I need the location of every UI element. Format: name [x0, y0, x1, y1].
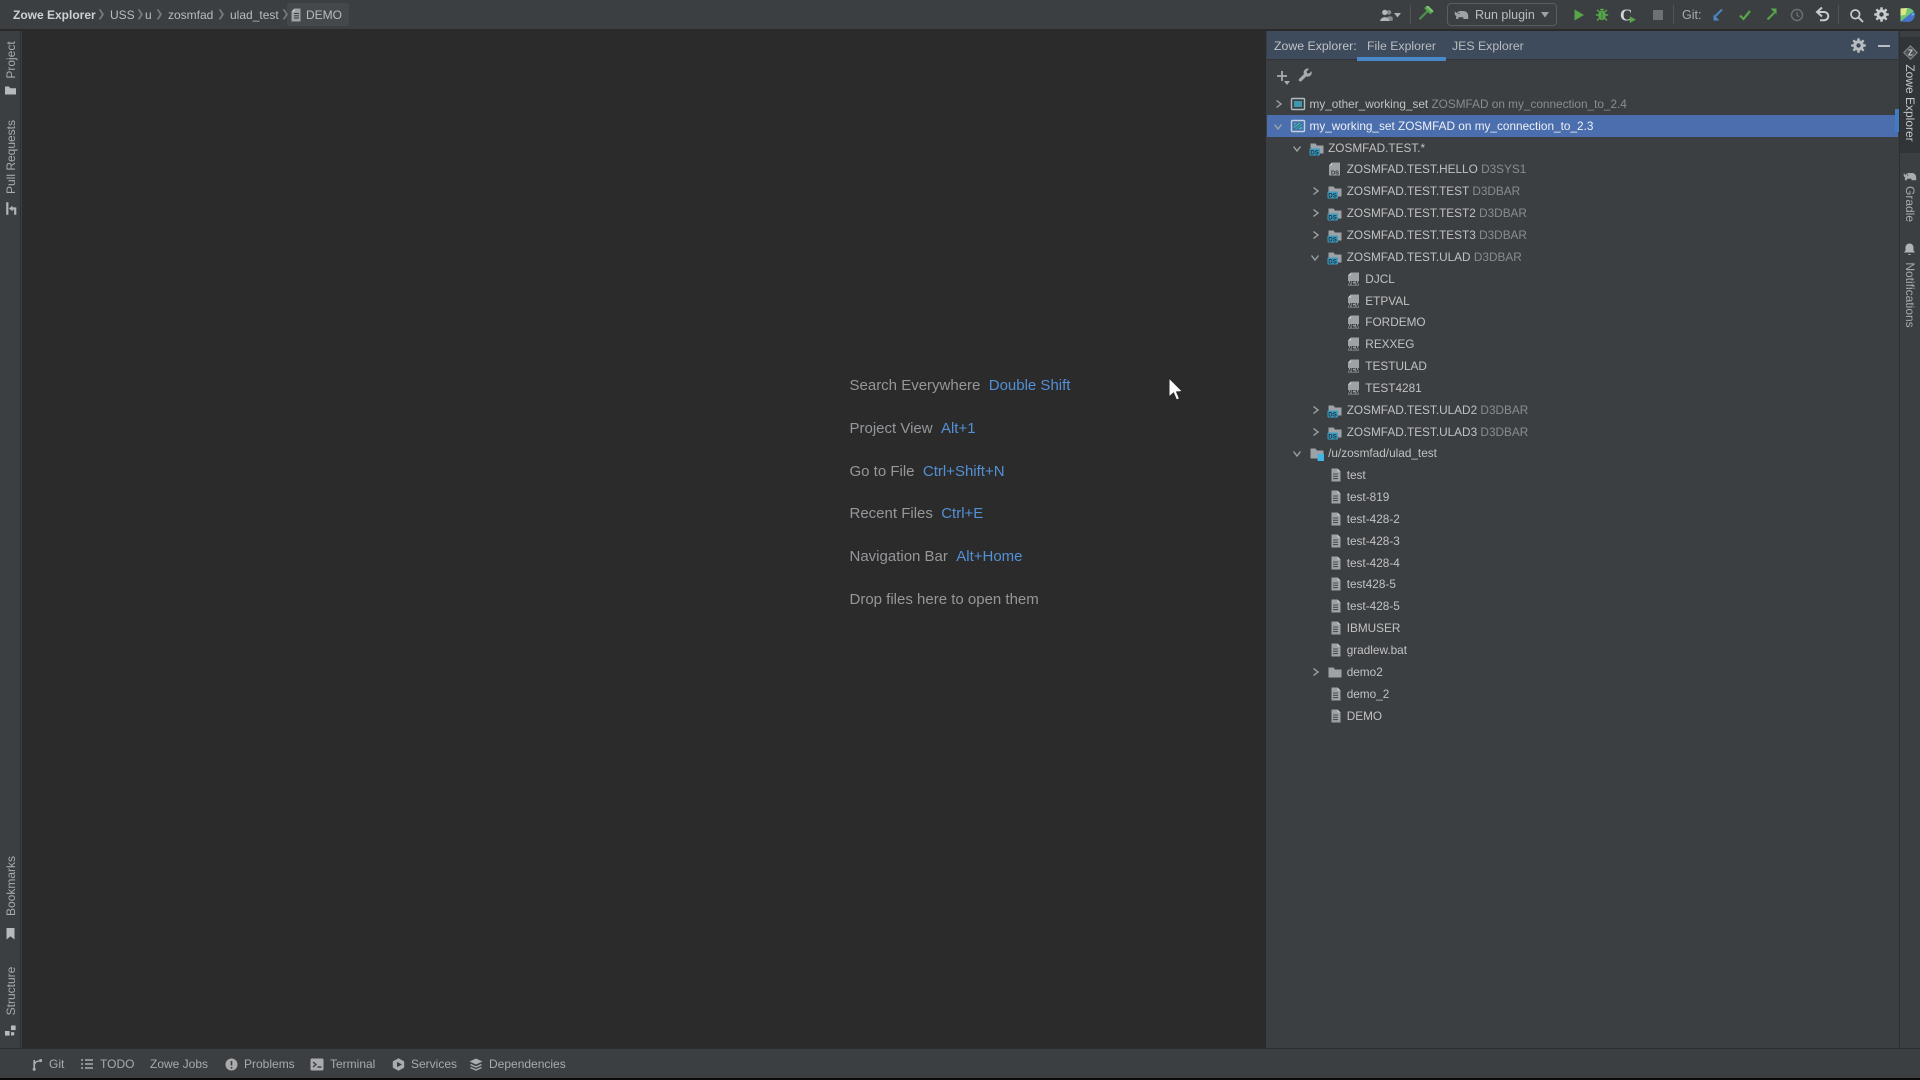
svg-text:MEM: MEM: [1347, 390, 1360, 396]
svg-text:DS: DS: [1328, 411, 1337, 418]
svg-text:MEM: MEM: [1347, 324, 1360, 330]
svg-text:DS: DS: [1328, 193, 1337, 200]
svg-text:MEM: MEM: [1347, 280, 1360, 286]
svg-text:DS: DS: [1328, 214, 1337, 221]
svg-text:DS: DS: [1310, 149, 1319, 156]
svg-text:MEM: MEM: [1347, 346, 1360, 352]
svg-text:DS: DS: [1328, 433, 1337, 440]
svg-text:DS: DS: [1328, 236, 1337, 243]
svg-text:MEM: MEM: [1347, 368, 1360, 374]
svg-text:DS: DS: [1331, 171, 1339, 177]
svg-text:DS: DS: [1328, 258, 1337, 265]
svg-text:MEM: MEM: [1347, 302, 1360, 308]
svg-text:Z: Z: [1908, 48, 1913, 57]
